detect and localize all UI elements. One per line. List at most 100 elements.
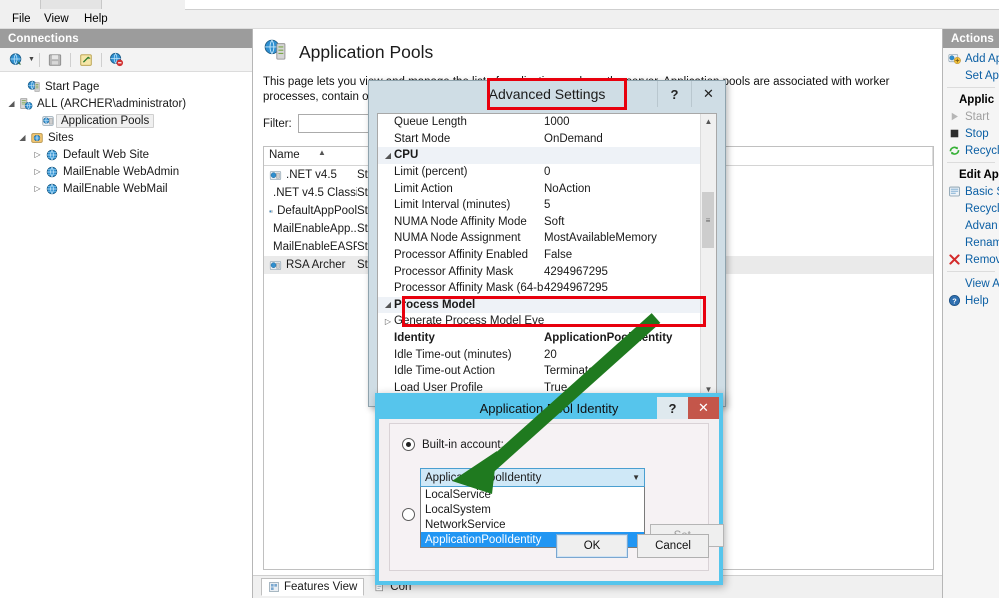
property-row[interactable]: ▷Generate Process Model Event L [378,313,701,330]
property-row[interactable]: Processor Affinity Enabled False [378,247,701,264]
connect-to-icon[interactable] [5,49,27,70]
property-row[interactable]: Processor Affinity Mask 4294967295 [378,263,701,280]
property-row[interactable]: Limit (percent) 0 [378,164,701,181]
iis-manager-window: File View Help Connections ▼ Start Page … [0,0,999,598]
tree-item-mailenable-webadmin[interactable]: ▷ MailEnable WebAdmin [6,163,252,180]
action-add-application-pool[interactable]: Add Ap [943,50,999,67]
chevron-down-icon[interactable]: ▼ [632,473,640,482]
scroll-up-icon[interactable]: ▲ [701,114,716,129]
property-row[interactable]: NUMA Node Affinity Mode Soft [378,214,701,231]
advanced-settings-titlebar: Advanced Settings ? ✕ [369,81,725,107]
help-button[interactable]: ? [657,397,688,419]
tab-features-view[interactable]: Features View [261,578,365,596]
property-value: 5 [544,199,551,212]
property-row[interactable]: Start Mode OnDemand [378,131,701,148]
property-group-name: Process Model [394,298,476,311]
property-row[interactable]: Processor Affinity Mask (64-bit c 4294967… [378,280,701,297]
action-label: Basic S [965,185,999,198]
stop-icon [947,127,961,141]
add-app-pool-icon [947,52,961,66]
property-row[interactable]: Limit Interval (minutes) 5 [378,197,701,214]
property-group-cpu[interactable]: ◢ CPU [378,147,701,164]
window-controls[interactable] [40,0,102,9]
tree-expander-server[interactable]: ◢ [6,99,17,108]
action-label: Recycl [965,144,999,157]
tree-item-label: Sites [48,131,74,144]
tree-expander-site[interactable]: ▷ [32,167,43,176]
group-expander[interactable]: ◢ [382,151,394,160]
radio-builtin-account[interactable] [402,438,415,451]
row-expander[interactable]: ▷ [382,317,394,326]
property-value: 1000 [544,116,570,129]
dropdown-option-networkservice[interactable]: NetworkService [421,517,644,532]
group-expander[interactable]: ◢ [382,300,394,309]
tree-item-server[interactable]: ◢ ALL (ARCHER\administrator) [6,95,252,112]
property-row[interactable]: NUMA Node Assignment MostAvailableMemory [378,230,701,247]
property-row[interactable]: Queue Length 1000 [378,114,701,131]
action-set-app-pool-defaults[interactable]: Set Ap [943,67,999,84]
action-group-application-pool-tasks: Applic [959,93,995,106]
advanced-settings-property-grid: Queue Length 1000 Start Mode OnDemand ◢ CPU… [377,113,717,398]
connections-header: Connections [0,29,252,48]
tree-item-default-web-site[interactable]: ▷ Default Web Site [6,146,252,163]
dropdown-option-localsystem[interactable]: LocalSystem [421,502,644,517]
tree-item-mailenable-webmail[interactable]: ▷ MailEnable WebMail [6,180,252,197]
tree-expander-site[interactable]: ▷ [32,184,43,193]
window-titlebar [0,0,999,10]
custom-account-option[interactable] [402,508,415,521]
remove-icon [947,253,961,267]
action-label: Stop [965,127,989,140]
action-help[interactable]: ? Help [943,292,999,309]
property-group-process-model[interactable]: ◢ Process Model [378,296,701,314]
property-value: OnDemand [544,132,603,145]
action-start: Start [943,108,999,125]
scrollbar-thumb[interactable]: ≡ [702,192,714,248]
app-pools-page-icon [263,38,289,67]
actions-separator-3 [947,271,995,272]
action-stop[interactable]: Stop [943,125,999,142]
features-view-icon [269,582,279,592]
action-advanced-settings[interactable]: Advan [943,217,999,234]
builtin-account-select[interactable]: ApplicationPoolIdentity ▼ [420,468,645,487]
tree-item-sites[interactable]: ◢ Sites [6,129,252,146]
radio-custom-account[interactable] [402,508,415,521]
column-header-name[interactable]: Name ▲ [264,147,373,165]
property-row[interactable]: Idle Time-out (minutes) 20 [378,346,701,363]
connect-dropdown-caret[interactable]: ▼ [28,56,35,63]
tree-expander-sites[interactable]: ◢ [17,133,28,142]
property-rows: Queue Length 1000 Start Mode OnDemand ◢ CPU… [378,114,701,397]
svg-text:?: ? [952,296,957,305]
page-title: Application Pools [253,29,942,67]
advanced-settings-dialog: Advanced Settings ? ✕ Queue Length 1000 S… [368,80,726,407]
app-pool-row-icon [269,170,282,180]
help-button[interactable]: ? [657,81,691,107]
actions-list: Add Ap Set Ap Applic Start Stop Recycl E… [943,48,999,309]
action-basic-settings[interactable]: Basic S [943,183,999,200]
action-view-applications[interactable]: View A [943,275,999,292]
save-icon[interactable] [44,49,66,70]
close-icon[interactable]: ✕ [691,81,725,107]
menu-help[interactable]: Help [78,12,114,26]
property-row-identity[interactable]: Identity ApplicationPoolIdentity [378,330,701,347]
property-name: NUMA Node Affinity Mode [394,215,527,228]
tree-item-start-page[interactable]: Start Page [6,78,252,95]
action-recycle[interactable]: Recycl [943,142,999,159]
action-rename[interactable]: Renam [943,234,999,251]
connections-tree: Start Page ◢ ALL (ARCHER\administrator) [0,72,252,197]
property-row[interactable]: Limit Action NoAction [378,180,701,197]
dropdown-option-localservice[interactable]: LocalService [421,487,644,502]
refresh-icon[interactable] [75,49,97,70]
tree-expander-site[interactable]: ▷ [32,150,43,159]
tree-item-application-pools[interactable]: Application Pools [6,112,252,129]
property-row[interactable]: Idle Time-out Action Terminate [378,363,701,380]
cancel-button[interactable]: Cancel [637,534,709,558]
menu-file[interactable]: File [6,12,37,26]
menu-view[interactable]: View [38,12,75,26]
stop-connection-icon[interactable] [106,49,128,70]
action-remove[interactable]: Remov [943,251,999,268]
property-grid-scrollbar[interactable]: ▲ ≡ ▼ [700,114,716,397]
ok-button[interactable]: OK [556,534,628,558]
close-icon[interactable]: ✕ [688,397,719,419]
action-recycling[interactable]: Recycl [943,200,999,217]
builtin-account-option[interactable]: Built-in account: [402,438,708,451]
